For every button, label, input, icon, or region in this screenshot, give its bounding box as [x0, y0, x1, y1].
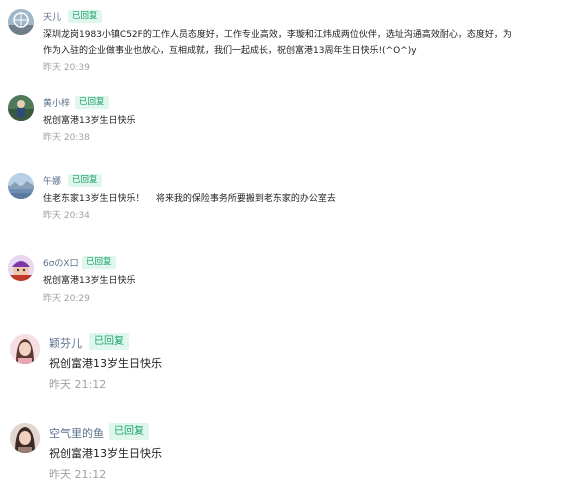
ferris-wheel-avatar-icon[interactable] — [8, 9, 34, 35]
comment-time: 昨天 20:39 — [43, 63, 90, 73]
comment-text: 祝创富港13岁生日快乐 — [43, 116, 136, 126]
commenter-name[interactable]: 空气里的鱼 — [49, 425, 104, 441]
comment-time: 昨天 20:38 — [43, 133, 90, 143]
comment-text-line2: 作为入驻的企业做事业也放心，互相成就，我们一起成长，祝创富港13周年生日快乐!(… — [43, 46, 417, 56]
woman-portrait-avatar-icon[interactable] — [10, 334, 40, 364]
commenter-name[interactable]: 颖芬儿 — [49, 335, 82, 351]
comment-time: 昨天 21:12 — [49, 378, 107, 391]
replied-badge: 已回复 — [68, 10, 102, 23]
outdoor-figure-avatar-icon[interactable] — [8, 95, 34, 121]
commenter-name[interactable]: 天儿 — [43, 10, 61, 23]
commenter-name[interactable]: 黄小梓 — [43, 96, 70, 109]
replied-badge: 已回复 — [68, 174, 102, 187]
commenter-name[interactable]: 6σのX口 — [43, 256, 79, 269]
comment-time: 昨天 20:34 — [43, 211, 90, 221]
commenter-name[interactable]: 午娜 — [43, 174, 61, 187]
cartoon-character-avatar-icon[interactable] — [8, 255, 34, 281]
landscape-avatar-icon[interactable] — [8, 173, 34, 199]
girl-portrait-avatar-icon[interactable] — [10, 423, 40, 453]
comment-text: 祝创富港13岁生日快乐 — [43, 276, 136, 286]
comment-time: 昨天 21:12 — [49, 468, 107, 481]
replied-badge: 已回复 — [89, 333, 129, 350]
comment-text: 深圳龙岗1983小镇C52F的工作人员态度好，工作专业高效，李璇和江炜成两位伙伴… — [43, 30, 512, 40]
comment-time: 昨天 20:29 — [43, 294, 90, 304]
comment-text: 祝创富港13岁生日快乐 — [49, 447, 162, 460]
comment-text: 住老东家13岁生日快乐！ 将来我的保险事务所要搬到老东家的办公室去 — [43, 194, 336, 204]
replied-badge: 已回复 — [109, 423, 149, 440]
comment-text: 祝创富港13岁生日快乐 — [49, 357, 162, 370]
replied-badge: 已回复 — [82, 256, 116, 269]
replied-badge: 已回复 — [75, 96, 109, 109]
